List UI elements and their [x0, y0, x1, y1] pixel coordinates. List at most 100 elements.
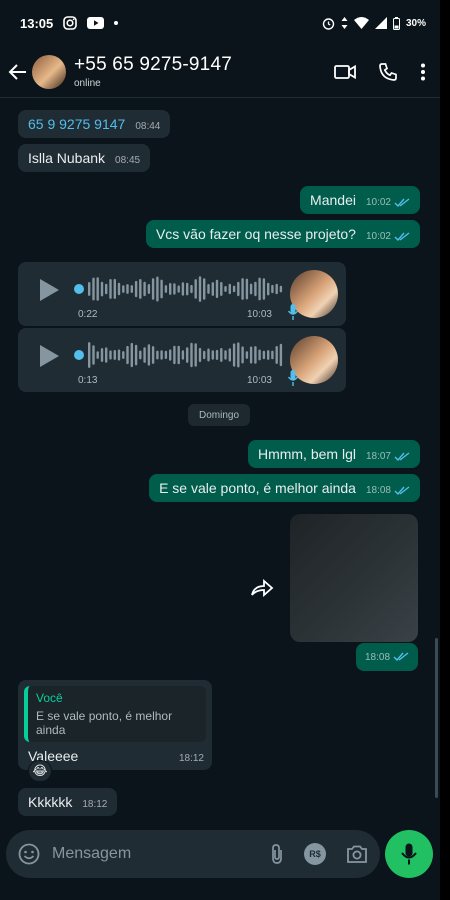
- media-timestamp: 18:08: [356, 643, 418, 671]
- voice-message[interactable]: 0:13 10:03: [18, 328, 346, 392]
- waveform-bar: [139, 350, 142, 360]
- message-outgoing[interactable]: Vcs vão fazer oq nesse projeto? 10:02: [145, 220, 420, 248]
- message-outgoing[interactable]: E se vale ponto, é melhor ainda 18:08: [149, 474, 420, 502]
- youtube-icon: [87, 17, 105, 29]
- audio-waveform[interactable]: [88, 340, 284, 370]
- waveform-bar: [160, 279, 163, 299]
- waveform-bar: [96, 277, 99, 301]
- forward-icon[interactable]: [250, 579, 274, 597]
- attach-icon[interactable]: [270, 843, 284, 865]
- message-text: Mandei: [310, 192, 356, 208]
- waveform-bar: [143, 281, 146, 297]
- playback-position-dot[interactable]: [74, 350, 84, 360]
- waveform-bar: [220, 348, 223, 362]
- message-text: Islla Nubank: [28, 150, 106, 166]
- waveform-bar: [169, 349, 172, 361]
- waveform-bar: [117, 349, 121, 361]
- waveform-bar: [203, 278, 206, 300]
- emoji-icon[interactable]: [18, 843, 40, 865]
- video-call-icon[interactable]: [334, 64, 356, 80]
- more-options-icon[interactable]: [420, 63, 426, 81]
- waveform-bar: [262, 350, 266, 360]
- waveform-bar: [194, 279, 197, 299]
- waveform-bar: [130, 342, 133, 368]
- phone-link[interactable]: 65 9 9275 9147: [28, 116, 125, 132]
- waveform-bar: [249, 283, 253, 295]
- waveform-bar: [241, 278, 244, 300]
- waveform-bar: [160, 350, 163, 360]
- waveform-bar: [100, 348, 104, 362]
- waveform-bar: [224, 350, 227, 360]
- waveform-bar: [203, 350, 206, 360]
- read-ticks-icon: [394, 486, 410, 496]
- voice-record-button[interactable]: [385, 830, 433, 878]
- waveform-bar: [122, 351, 125, 359]
- contact-status: online: [74, 78, 101, 89]
- waveform-bar: [228, 283, 231, 295]
- play-icon[interactable]: [38, 344, 60, 368]
- waveform-bar: [207, 348, 210, 362]
- payment-icon[interactable]: R$: [304, 843, 326, 865]
- voice-message[interactable]: 0:22 10:03: [18, 262, 346, 326]
- waveform-bar: [207, 284, 210, 294]
- voice-call-icon[interactable]: [378, 62, 398, 82]
- contact-avatar[interactable]: [32, 54, 66, 89]
- message-incoming[interactable]: 65 9 9275 9147 08:44: [18, 110, 171, 138]
- message-outgoing[interactable]: Hmmm, bem lgl 18:07: [247, 440, 420, 468]
- waveform-bar: [262, 278, 266, 300]
- waveform-bar: [241, 346, 244, 364]
- waveform-bar: [126, 345, 129, 365]
- waveform-bar: [100, 281, 104, 297]
- camera-icon[interactable]: [346, 845, 368, 863]
- waveform-bar: [151, 346, 155, 364]
- message-outgoing[interactable]: Mandei 10:02: [300, 186, 420, 214]
- audio-waveform[interactable]: [88, 274, 284, 304]
- contact-info[interactable]: +55 65 9275-9147 online: [74, 54, 232, 89]
- waveform-bar: [220, 282, 223, 296]
- waveform-bar: [190, 284, 193, 294]
- waveform-bar: [177, 285, 180, 293]
- message-time: 18:12: [178, 753, 204, 764]
- waveform-bar: [156, 350, 159, 360]
- waveform-bar: [96, 351, 99, 359]
- message-time: 18:07: [365, 451, 391, 462]
- waveform-bar: [164, 350, 168, 360]
- waveform-bar: [143, 347, 146, 363]
- reaction-badge[interactable]: 😂: [28, 760, 52, 782]
- waveform-bar: [122, 285, 125, 293]
- quoted-message[interactable]: Você E se vale ponto, é melhor ainda: [24, 686, 206, 742]
- waveform-bar: [105, 283, 108, 295]
- message-time: 18:08: [364, 651, 391, 663]
- waveform-bar: [275, 346, 278, 364]
- playback-position-dot[interactable]: [74, 284, 84, 294]
- waveform-bar: [126, 284, 129, 294]
- scrollbar[interactable]: [435, 638, 438, 798]
- waveform-bar: [279, 343, 283, 367]
- waveform-bar: [267, 350, 270, 360]
- contact-name[interactable]: +55 65 9275-9147: [74, 54, 232, 76]
- waveform-bar: [92, 277, 95, 301]
- message-list: 65 9 9275 9147 08:44 Islla Nubank 08:45 …: [0, 98, 440, 822]
- play-icon[interactable]: [38, 278, 60, 302]
- message-input[interactable]: [52, 845, 242, 863]
- image-message[interactable]: [290, 514, 418, 642]
- waveform-bar: [156, 276, 159, 302]
- waveform-bar: [215, 279, 219, 299]
- message-incoming[interactable]: Islla Nubank 08:45: [18, 144, 151, 172]
- waveform-bar: [245, 351, 249, 359]
- waveform-bar: [232, 343, 236, 367]
- waveform-bar: [88, 282, 91, 296]
- notification-dot-icon: [114, 21, 119, 25]
- waveform-bar: [173, 283, 176, 295]
- waveform-bar: [267, 282, 270, 296]
- waveform-bar: [88, 342, 91, 368]
- message-time: 18:12: [82, 799, 108, 810]
- waveform-bar: [147, 344, 151, 366]
- message-incoming[interactable]: Kkkkkk 18:12: [18, 788, 118, 816]
- message-incoming-reply[interactable]: Você E se vale ponto, é melhor ainda Val…: [18, 680, 212, 770]
- waveform-bar: [173, 345, 176, 365]
- waveform-bar: [186, 282, 189, 296]
- message-time: 10:03: [246, 309, 272, 320]
- waveform-bar: [211, 350, 214, 360]
- back-arrow-icon[interactable]: [8, 63, 28, 81]
